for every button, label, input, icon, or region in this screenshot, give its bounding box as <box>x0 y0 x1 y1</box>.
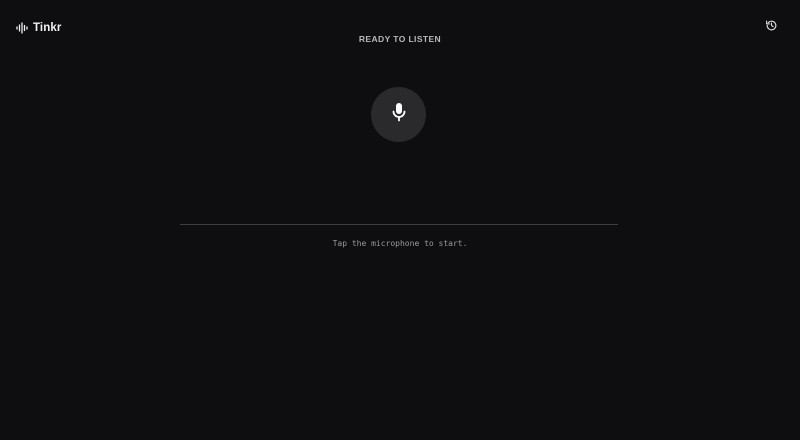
status-label: READY TO LISTEN <box>358 34 442 44</box>
transcript-divider <box>180 224 618 225</box>
waveform-icon <box>16 22 28 34</box>
microphone-button[interactable] <box>371 87 426 142</box>
transcript-placeholder: Tap the microphone to start. <box>332 239 468 248</box>
app-name: Tinkr <box>33 22 62 34</box>
microphone-icon <box>391 102 407 127</box>
